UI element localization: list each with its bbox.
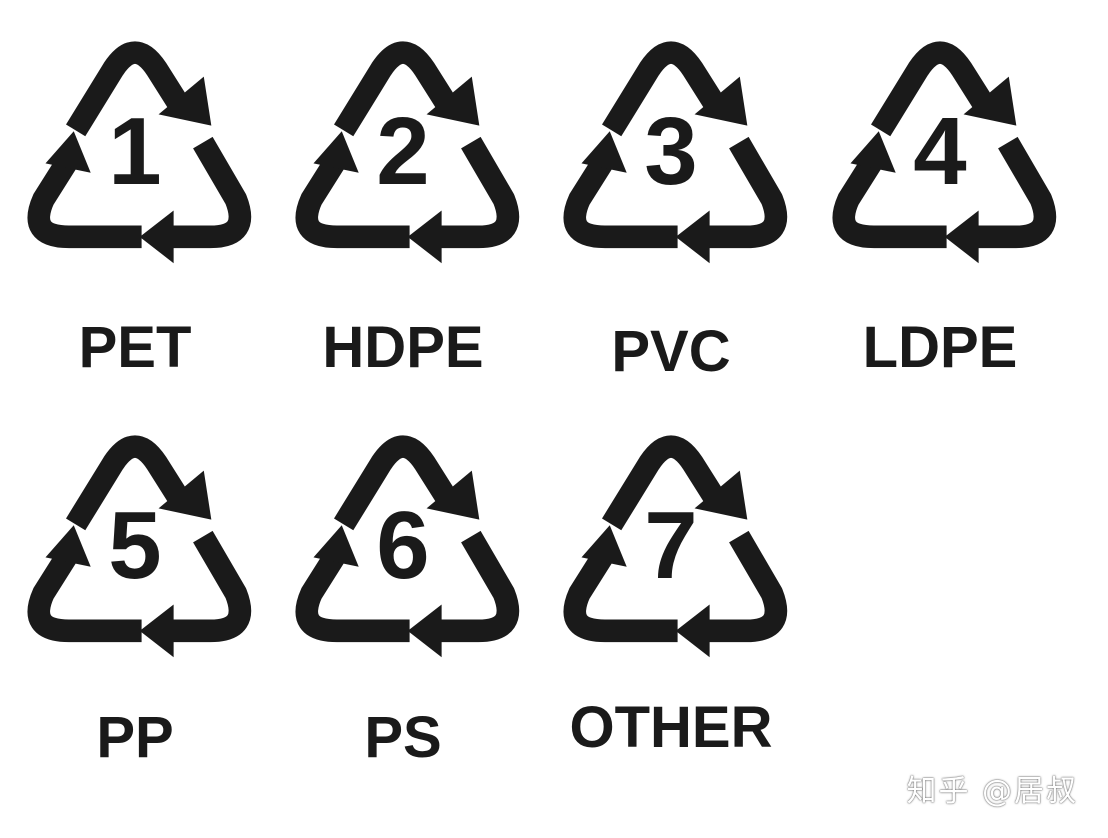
resin-code-label: LDPE: [862, 315, 1018, 380]
recycling-symbol-1: 1 PET: [10, 22, 260, 382]
resin-number: 5: [108, 492, 162, 599]
recycling-symbol-5: 5 PP: [10, 416, 260, 776]
recycling-symbol-7: 7 OTHER: [546, 416, 796, 776]
resin-code-label: PS: [364, 705, 442, 770]
recycling-symbol-3: 3 PVC: [546, 22, 796, 382]
recycling-symbol-4: 4 LDPE: [815, 22, 1065, 382]
resin-number: 7: [644, 492, 698, 599]
resin-number: 4: [913, 98, 967, 205]
resin-number: 3: [644, 98, 698, 205]
recycling-symbol-6: 6 PS: [278, 416, 528, 776]
resin-code-label: PVC: [611, 319, 731, 384]
recycling-symbol-2: 2 HDPE: [278, 22, 528, 382]
resin-number: 1: [108, 98, 162, 205]
watermark-text: 知乎 @居叔: [906, 774, 1078, 809]
resin-code-label: PP: [96, 705, 174, 770]
resin-code-label: HDPE: [322, 315, 484, 380]
resin-number: 6: [376, 492, 430, 599]
resin-code-label: OTHER: [569, 695, 773, 760]
resin-code-label: PET: [78, 315, 192, 380]
resin-number: 2: [376, 98, 430, 205]
